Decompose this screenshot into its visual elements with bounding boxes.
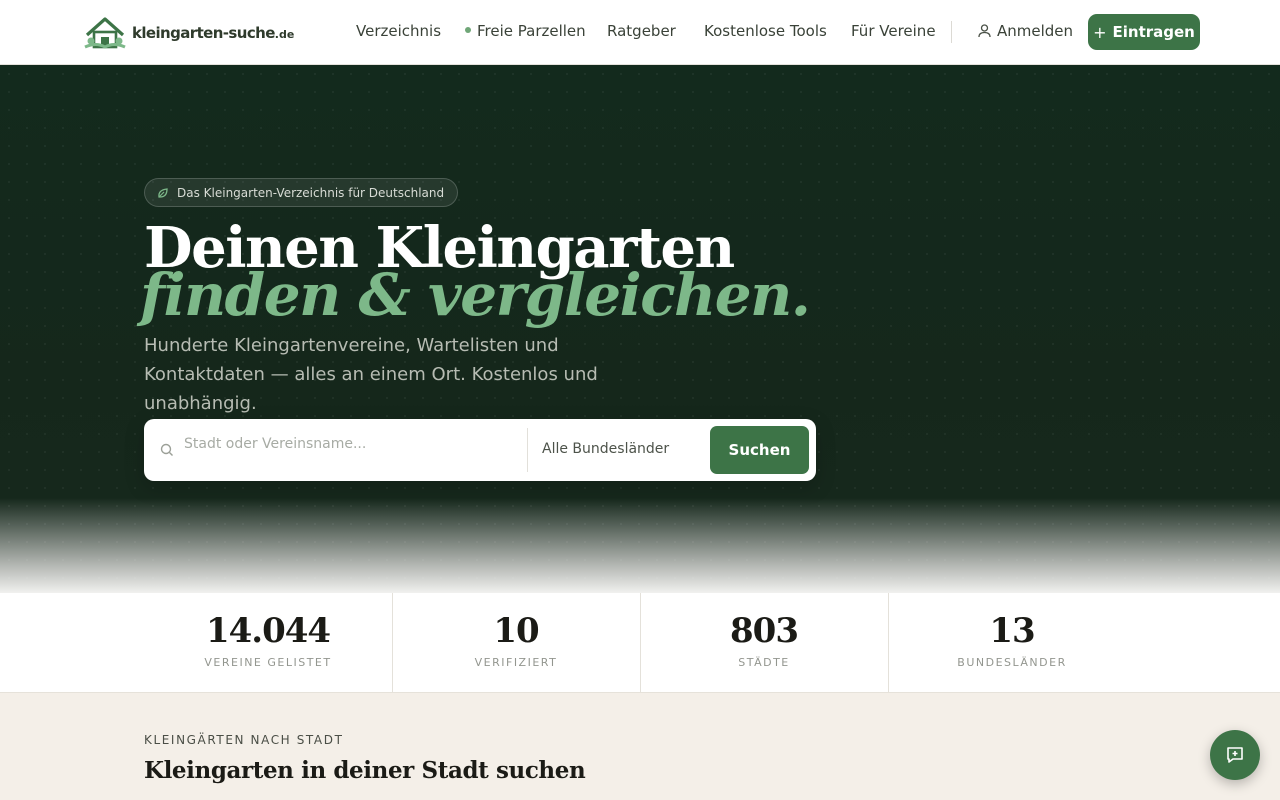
stat-label: STÄDTE xyxy=(738,656,790,669)
nav-item-freie-parzellen[interactable]: Freie Parzellen xyxy=(465,22,586,40)
nav-item-ratgeber[interactable]: Ratgeber xyxy=(607,22,676,40)
stat-label: VERIFIZIERT xyxy=(474,656,558,669)
garden-house-icon xyxy=(84,17,126,49)
nav-item-fuer-vereine[interactable]: Für Vereine xyxy=(851,22,936,40)
search-input[interactable] xyxy=(184,429,524,459)
stat-value: 10 xyxy=(493,611,539,651)
stat-value: 13 xyxy=(989,611,1035,651)
hero-lead: Hunderte Kleingartenvereine, Wartelisten… xyxy=(144,335,598,414)
stat-verifiziert: 10 VERIFIZIERT xyxy=(392,593,640,692)
site-header: kleingarten-suche.de Verzeichnis Freie P… xyxy=(0,0,1280,65)
section-title: Kleingarten in deiner Stadt suchen xyxy=(144,757,586,784)
add-entry-label: Eintragen xyxy=(1112,23,1195,41)
stats-bar: 14.044 VEREINE GELISTET 10 VERIFIZIERT 8… xyxy=(0,593,1280,693)
nav-divider xyxy=(951,21,952,43)
chat-plus-icon xyxy=(1227,747,1243,763)
logo-tld: .de xyxy=(274,27,295,41)
search-button[interactable]: Suchen xyxy=(710,426,809,474)
hero-headline-accent: finden & vergleichen. xyxy=(140,261,811,329)
stat-value: 14.044 xyxy=(205,611,331,651)
plus-icon: + xyxy=(1093,22,1107,42)
search-icon xyxy=(160,443,173,456)
logo-text: kleingarten-suche xyxy=(132,23,275,42)
user-icon xyxy=(978,24,991,38)
hero-dot-pattern xyxy=(0,65,1280,593)
add-entry-button[interactable]: + Eintragen xyxy=(1088,14,1200,50)
stat-label: VEREINE GELISTET xyxy=(204,656,332,669)
stat-staedte: 803 STÄDTE xyxy=(640,593,888,692)
login-label: Anmelden xyxy=(997,22,1074,40)
stat-label: BUNDESLÄNDER xyxy=(957,656,1067,669)
login-link[interactable]: Anmelden xyxy=(978,22,1073,40)
leaf-icon xyxy=(158,187,168,198)
hero-badge-text: Das Kleingarten-Verzeichnis für Deutschl… xyxy=(177,185,445,200)
nav-item-verzeichnis[interactable]: Verzeichnis xyxy=(356,22,441,40)
search-bar: Alle Bundesländer Suchen xyxy=(144,419,816,481)
stat-vereine: 14.044 VEREINE GELISTET xyxy=(144,593,392,692)
hero-badge: Das Kleingarten-Verzeichnis für Deutschl… xyxy=(144,178,459,207)
search-divider xyxy=(527,428,528,472)
section-kicker: KLEINGÄRTEN NACH STADT xyxy=(144,733,344,747)
nav-item-kostenlose-tools[interactable]: Kostenlose Tools xyxy=(704,22,827,40)
logo-link[interactable]: kleingarten-suche.de xyxy=(84,13,294,51)
stat-value: 803 xyxy=(730,611,799,651)
stat-bundeslaender: 13 BUNDESLÄNDER xyxy=(888,593,1136,692)
state-select[interactable]: Alle Bundesländer xyxy=(542,441,669,457)
nav-item-label: Freie Parzellen xyxy=(477,22,586,40)
hero-section: Das Kleingarten-Verzeichnis für Deutschl… xyxy=(0,65,1280,593)
live-dot-icon xyxy=(465,26,471,33)
feedback-button[interactable] xyxy=(1210,730,1260,780)
